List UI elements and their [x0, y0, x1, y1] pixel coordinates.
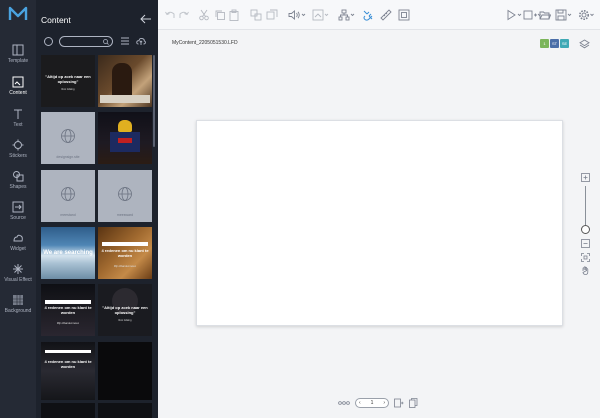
thumb-banner — [102, 242, 148, 246]
duplicate-page-icon[interactable] — [409, 398, 419, 408]
zoom-in-icon[interactable] — [581, 173, 590, 182]
content-thumbnail[interactable]: 4 redenen om nu klant te worden — [41, 342, 95, 400]
badge-se[interactable]: SE — [560, 39, 569, 48]
content-thumbnail[interactable]: 4 redenen om nu klant te worden Mijn Waa… — [98, 227, 152, 279]
rail-label: Source — [10, 215, 26, 221]
rail-label: Stickers — [9, 153, 27, 159]
globe-icon — [61, 129, 75, 143]
redo-icon[interactable] — [178, 9, 190, 21]
thumb-banner — [45, 300, 91, 304]
prev-page-icon[interactable]: ‹ — [359, 399, 361, 407]
left-rail: Template Content Text Stickers Shapes So… — [0, 0, 36, 418]
content-thumbnail[interactable]: We are searching — [41, 227, 95, 279]
hierarchy-icon[interactable] — [338, 9, 356, 21]
photo-counter — [100, 95, 150, 103]
rail-label: Visual Effect — [4, 277, 32, 283]
top-toolbar — [158, 0, 600, 30]
rail-background[interactable]: Background — [0, 294, 36, 324]
template-icon — [12, 44, 24, 56]
zoom-slider-track[interactable] — [585, 186, 586, 226]
rail-content[interactable]: Content — [0, 76, 36, 106]
zoom-slider-handle[interactable] — [581, 225, 590, 234]
paste-icon[interactable] — [228, 9, 240, 21]
search-icon — [103, 39, 109, 45]
badge-1[interactable]: 1 — [540, 39, 549, 48]
copy-icon[interactable] — [214, 9, 226, 21]
cut-icon[interactable] — [198, 9, 210, 21]
content-thumbnail[interactable] — [41, 403, 95, 418]
content-thumbnail[interactable]: 4 redenen om nu klant te worden Mijn Waa… — [41, 284, 95, 336]
settings-gear-icon[interactable] — [578, 9, 596, 21]
hand-pan-icon[interactable] — [581, 266, 590, 275]
volume-icon[interactable] — [288, 9, 306, 21]
content-thumbnail[interactable]: designsign.site — [41, 112, 95, 164]
content-thumbnail[interactable] — [98, 403, 152, 418]
content-thumbnail[interactable] — [98, 55, 152, 107]
magnet-icon[interactable] — [362, 9, 374, 21]
rail-source[interactable]: Source — [0, 201, 36, 231]
widget-icon — [13, 234, 23, 242]
rail-label: Shapes — [9, 184, 27, 190]
add-page-bottom-icon[interactable] — [394, 398, 404, 408]
content-thumbnail[interactable] — [98, 112, 152, 164]
arrow-left-icon[interactable] — [140, 14, 152, 24]
fit-screen-icon[interactable] — [581, 253, 590, 262]
layers-icon[interactable] — [579, 39, 590, 50]
file-name: MyContent_2205051530.LFD — [172, 40, 238, 46]
ruler-icon[interactable] — [380, 9, 392, 21]
content-thumbnail[interactable]: meesward — [98, 170, 152, 222]
globe-icon — [61, 187, 75, 201]
thumb-banner — [45, 350, 91, 353]
photo-stripe — [118, 138, 132, 143]
rail-label: Widget — [10, 246, 26, 252]
rail-label: Text — [13, 122, 23, 128]
rail-visual-effect[interactable]: Visual Effect — [0, 263, 36, 293]
more-pages-icon[interactable] — [338, 399, 350, 407]
open-folder-icon[interactable] — [539, 9, 551, 21]
filter-button[interactable] — [44, 37, 53, 46]
badge-st[interactable]: ST — [550, 39, 559, 48]
visual-effect-icon — [13, 264, 23, 274]
undo-icon[interactable] — [164, 9, 176, 21]
background-icon — [13, 295, 23, 305]
search-input[interactable] — [59, 36, 113, 47]
image-edit-icon[interactable] — [312, 9, 330, 21]
content-thumbnail[interactable]: meestand — [41, 170, 95, 222]
duplicate-icon[interactable] — [266, 9, 278, 21]
rail-label: Content — [9, 90, 27, 96]
design-canvas[interactable] — [196, 120, 563, 326]
rail-template[interactable]: Template — [0, 44, 36, 74]
stickers-icon — [12, 139, 24, 151]
frame-icon[interactable] — [398, 9, 410, 21]
source-icon — [12, 201, 24, 213]
text-icon — [14, 109, 22, 119]
list-icon[interactable] — [120, 36, 130, 46]
group-icon[interactable] — [250, 9, 262, 21]
photo-figure — [112, 63, 132, 99]
rail-label: Template — [7, 58, 29, 64]
rail-widget[interactable]: Widget — [0, 232, 36, 262]
page-number: 1 — [370, 400, 374, 406]
next-page-icon[interactable]: › — [383, 399, 385, 407]
rail-shapes[interactable]: Shapes — [0, 170, 36, 200]
play-icon[interactable] — [506, 9, 524, 21]
photo-helmet — [118, 120, 132, 132]
save-icon[interactable] — [555, 9, 573, 21]
content-icon — [12, 76, 24, 88]
app-logo-icon — [8, 6, 28, 20]
content-thumbnail[interactable]: "Altijd op zoek naar een oplossing" Ron … — [98, 284, 152, 336]
panel-scrollbar[interactable] — [153, 55, 155, 147]
rail-text[interactable]: Text — [0, 108, 36, 138]
content-thumbnail[interactable] — [98, 342, 152, 400]
content-panel: Content "Altijd op zoek naar een oplossi… — [36, 0, 158, 418]
panel-title: Content — [41, 15, 71, 25]
page-navigator[interactable]: ‹ 1 › — [355, 398, 389, 408]
rail-stickers[interactable]: Stickers — [0, 139, 36, 169]
shapes-icon — [13, 171, 24, 182]
rail-label: Background — [4, 308, 32, 314]
globe-icon — [118, 187, 132, 201]
zoom-out-icon[interactable] — [581, 239, 590, 248]
content-thumbnail[interactable]: "Altijd op zoek naar een oplossing" Ron … — [41, 55, 95, 107]
upload-cloud-icon[interactable] — [136, 36, 146, 46]
